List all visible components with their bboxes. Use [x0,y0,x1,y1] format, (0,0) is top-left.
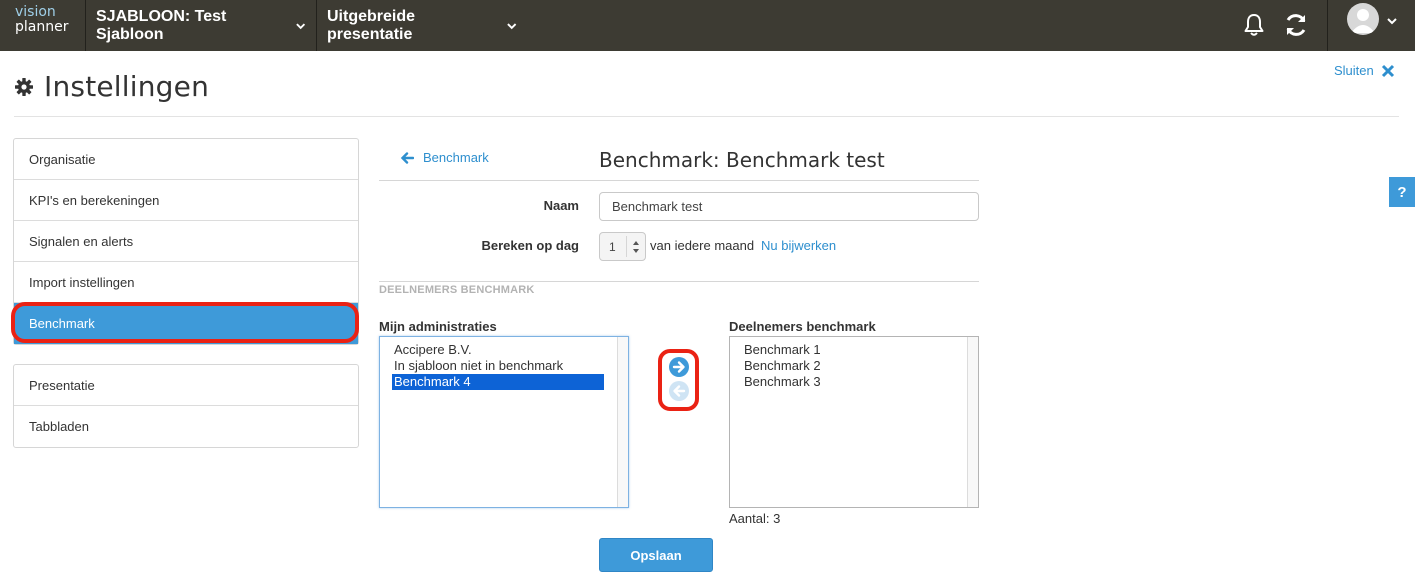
list-item-selected[interactable]: Benchmark 4 [392,374,604,390]
sidebar-item-kpis[interactable]: KPI's en berekeningen [14,180,358,221]
logo-text-planner: planner [15,19,69,35]
list-item[interactable]: Accipere B.V. [392,342,604,358]
section-title: DEELNEMERS BENCHMARK [379,284,535,296]
template-menu-label: SJABLOON: Test Sjabloon [96,7,227,43]
calculate-day-label: Bereken op dag [481,238,579,253]
name-label: Naam [543,198,579,213]
user-icon [1351,9,1375,33]
close-label: Sluiten [1334,63,1374,78]
participant-count: Aantal: 3 [729,511,781,526]
close-settings-link[interactable]: Sluiten [1334,63,1395,78]
close-icon [1381,64,1394,77]
refresh-icon [1286,14,1306,36]
sidebar-item-import[interactable]: Import instellingen [14,262,358,303]
topbar-divider [1327,0,1328,51]
list-scrollbar[interactable] [617,337,628,507]
save-button[interactable]: Opslaan [599,538,713,572]
benchmark-participants-label: Deelnemers benchmark [729,319,876,334]
sidebar-item-tabbladen[interactable]: Tabbladen [14,406,358,447]
move-right-button[interactable] [669,357,689,377]
arrow-right-circle-icon [672,361,685,373]
arrow-left-circle-icon [673,385,686,397]
section-divider [379,281,979,282]
chevron-down-icon [295,22,305,29]
notifications-button[interactable] [1239,10,1269,40]
visionplanner-logo[interactable]: vision planner [0,0,86,51]
chevron-down-icon[interactable] [1386,15,1398,27]
sidebar-item-benchmark[interactable]: Benchmark [14,303,358,344]
back-to-benchmark-link[interactable]: Benchmark [400,150,489,165]
header-divider [14,116,1399,117]
day-stepper-value: 1 [609,240,616,254]
list-item[interactable]: Benchmark 3 [742,374,954,390]
list-item[interactable]: In sjabloon niet in benchmark [392,358,604,374]
month-text: van iedere maand [650,238,755,253]
sidebar-item-presentatie[interactable]: Presentatie [14,365,358,406]
form-divider [379,180,979,181]
move-left-button[interactable] [669,381,689,401]
logo-text-vision: vision [15,4,56,20]
day-stepper[interactable]: 1 [599,232,646,261]
page-header: Instellingen [14,70,209,103]
my-administrations-list[interactable]: Accipere B.V. In sjabloon niet in benchm… [379,336,629,508]
settings-nav-group-2: Presentatie Tabbladen [13,364,359,448]
sidebar-item-organisatie[interactable]: Organisatie [14,139,358,180]
list-item[interactable]: Benchmark 1 [742,342,954,358]
chevron-down-icon [506,22,516,29]
gear-icon [15,77,33,96]
top-navigation-bar: vision planner SJABLOON: Test Sjabloon U… [0,0,1415,51]
back-link-label: Benchmark [423,150,489,165]
page-title: Instellingen [44,70,210,103]
presentation-menu[interactable]: Uitgebreide presentatie [317,0,527,51]
user-avatar[interactable] [1347,3,1379,35]
help-button[interactable]: ? [1389,177,1415,207]
stepper-divider [626,236,627,257]
list-scrollbar[interactable] [967,337,978,507]
name-input[interactable] [599,192,979,221]
arrow-left-icon [400,151,414,164]
presentation-menu-label: Uitgebreide presentatie [327,7,416,43]
refresh-now-link[interactable]: Nu bijwerken [761,238,836,253]
stepper-arrows-icon[interactable] [632,239,640,255]
sync-button[interactable] [1281,10,1311,40]
bell-icon [1244,14,1264,36]
benchmark-participants-list[interactable]: Benchmark 1 Benchmark 2 Benchmark 3 [729,336,979,508]
template-menu[interactable]: SJABLOON: Test Sjabloon [86,0,317,51]
sidebar-item-signalen[interactable]: Signalen en alerts [14,221,358,262]
my-administrations-label: Mijn administraties [379,319,497,334]
form-title: Benchmark: Benchmark test [599,148,885,172]
list-item[interactable]: Benchmark 2 [742,358,954,374]
settings-nav-group-1: Organisatie KPI's en berekeningen Signal… [13,138,359,345]
